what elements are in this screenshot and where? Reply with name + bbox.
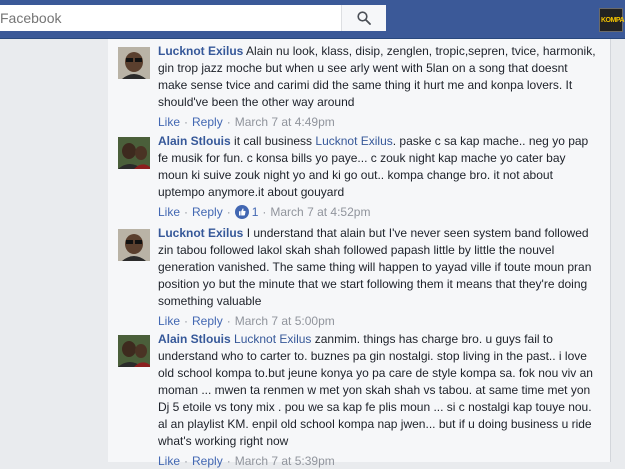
like-link[interactable]: Like [158, 313, 180, 329]
comment-actions: Like · Reply · 1 · March 7 at 4:52pm [158, 204, 371, 220]
mention-link[interactable]: Lucknot Exilus [234, 332, 311, 346]
divider [610, 39, 611, 462]
top-navigation-bar: KOMPA [0, 0, 625, 39]
search-input[interactable] [0, 6, 341, 30]
comment-timestamp[interactable]: March 7 at 4:52pm [270, 204, 370, 220]
reaction-count[interactable]: 1 [234, 204, 259, 220]
comment-timestamp[interactable]: March 7 at 5:39pm [235, 453, 335, 469]
profile-photo-icon [118, 335, 150, 367]
comment-actions: Like · Reply · March 7 at 4:49pm [158, 114, 335, 130]
search-icon [357, 11, 371, 25]
comments-panel: Lucknot Exilus Alain nu look, klass, dis… [108, 39, 610, 468]
like-count: 1 [251, 205, 259, 219]
avatar[interactable] [118, 137, 150, 169]
comment-text: zanmim. things has charge bro. u guys fa… [158, 332, 593, 448]
reply-link[interactable]: Reply [192, 313, 223, 329]
search-box [0, 5, 386, 31]
reply-link[interactable]: Reply [192, 204, 223, 220]
comment-author[interactable]: Alain Stlouis [158, 332, 231, 346]
thumbs-up-icon [234, 205, 249, 219]
comment-actions: Like · Reply · March 7 at 5:00pm [158, 313, 335, 329]
reply-link[interactable]: Reply [192, 114, 223, 130]
profile-photo-icon [118, 229, 150, 261]
comment-author[interactable]: Lucknot Exilus [158, 226, 243, 240]
profile-photo-icon [118, 137, 150, 169]
comment-author[interactable]: Alain Stlouis [158, 134, 231, 148]
kompa-logo[interactable]: KOMPA [599, 8, 625, 32]
comment-author[interactable]: Lucknot Exilus [158, 44, 243, 58]
avatar[interactable] [118, 335, 150, 367]
reply-link[interactable]: Reply [192, 453, 223, 469]
like-link[interactable]: Like [158, 204, 180, 220]
avatar[interactable] [118, 229, 150, 261]
avatar[interactable] [118, 47, 150, 79]
like-link[interactable]: Like [158, 114, 180, 130]
like-link[interactable]: Like [158, 453, 180, 469]
comment-actions: Like · Reply · March 7 at 5:39pm [158, 453, 335, 469]
profile-photo-icon [118, 47, 150, 79]
comment-timestamp[interactable]: March 7 at 4:49pm [235, 114, 335, 130]
search-button[interactable] [341, 5, 386, 31]
mention-link[interactable]: Lucknot Exilus [315, 134, 392, 148]
comment-timestamp[interactable]: March 7 at 5:00pm [235, 313, 335, 329]
